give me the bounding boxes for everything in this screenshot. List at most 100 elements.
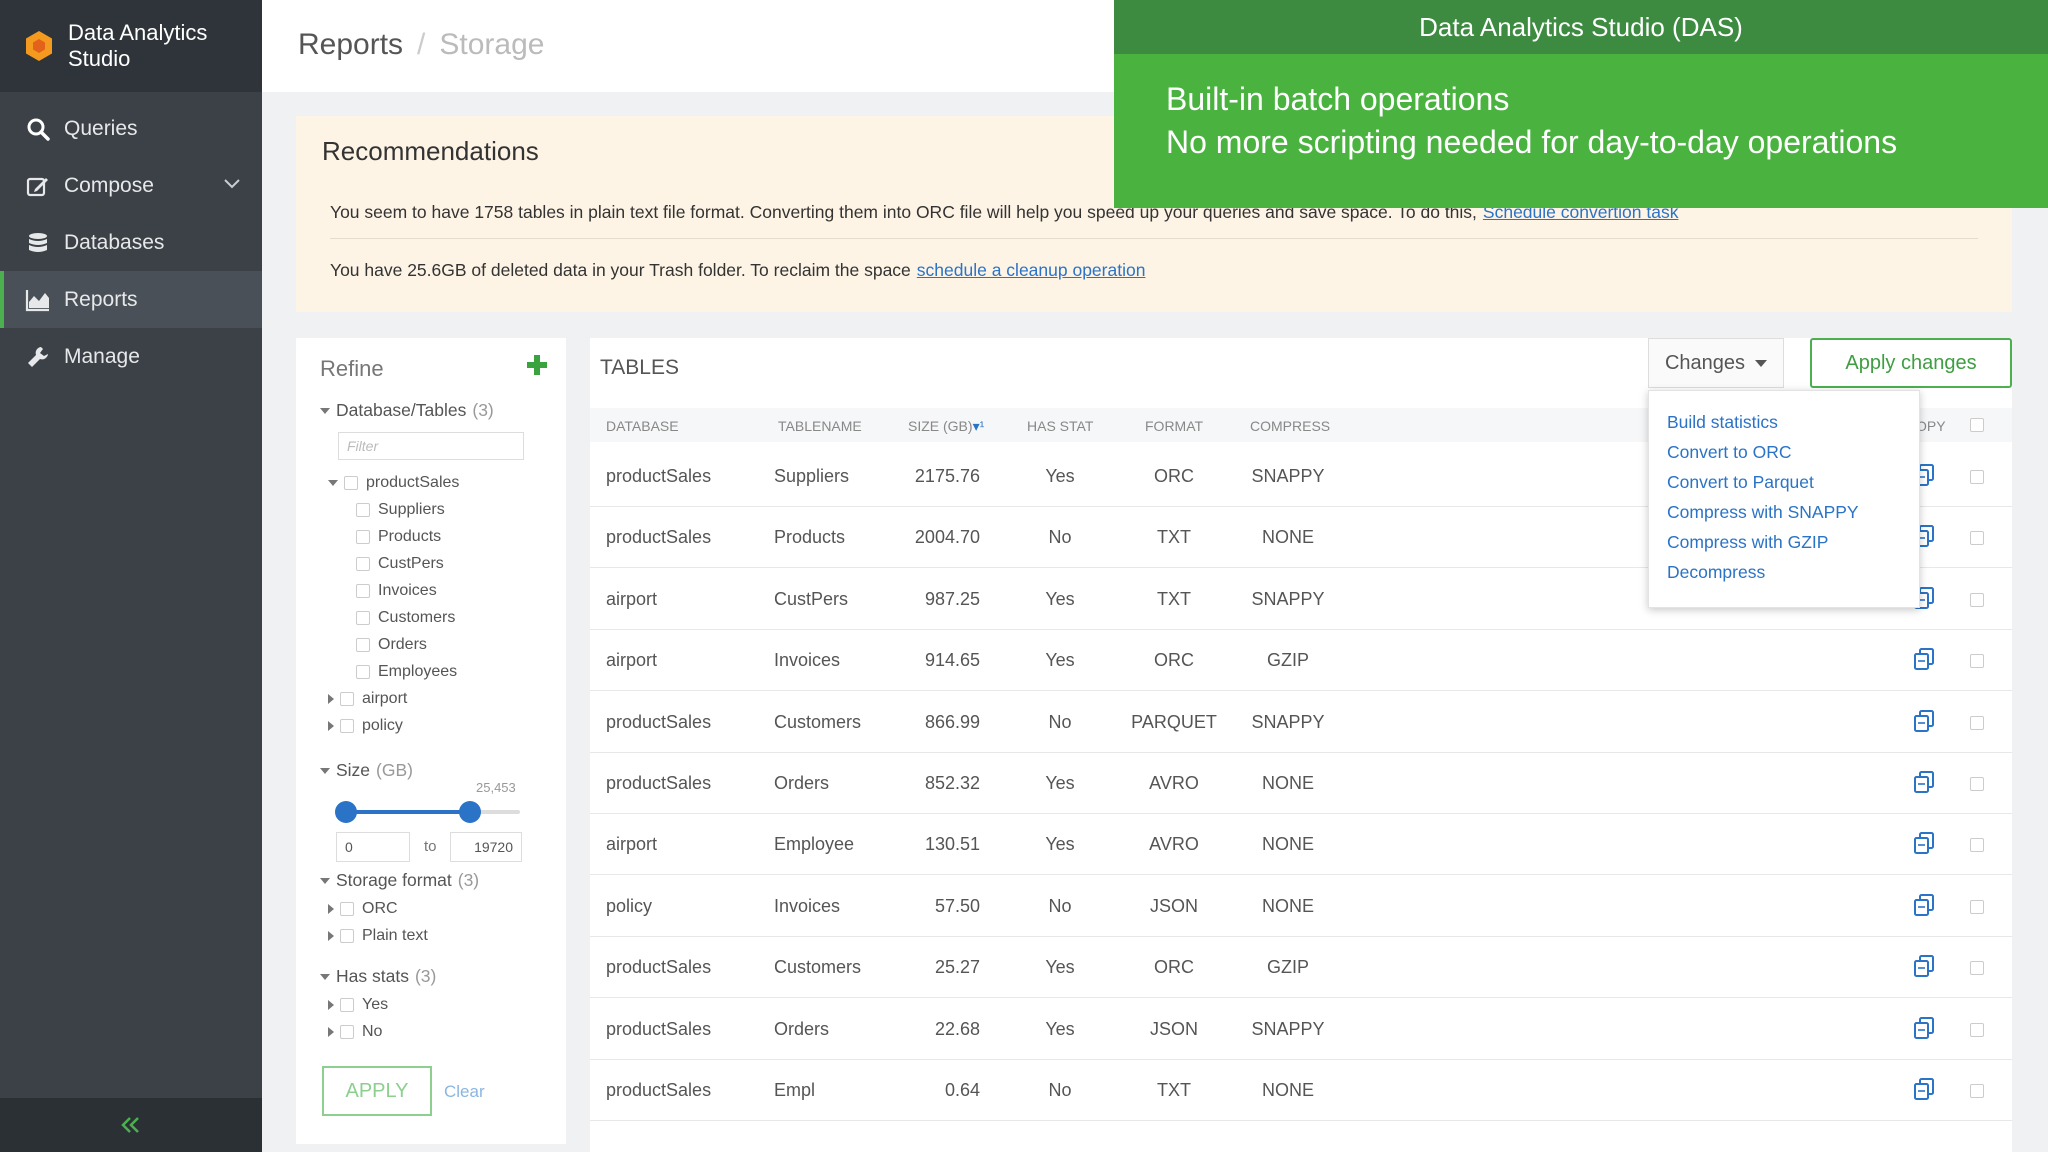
database-tables-group[interactable]: Database/Tables (3) — [320, 400, 494, 421]
tree-db-airport[interactable]: airport — [328, 690, 407, 708]
add-filter-icon[interactable] — [526, 354, 548, 376]
tree-table-item[interactable]: CustPers — [356, 555, 444, 573]
checkbox[interactable] — [340, 692, 354, 706]
overlay-line: No more scripting needed for day-to-day … — [1166, 124, 1898, 160]
table-row[interactable]: productSales Empl 0.64 No TXT NONE — [590, 1060, 2012, 1121]
copy-icon[interactable] — [1912, 1016, 1936, 1040]
col-has-stat[interactable]: HAS STAT — [1027, 418, 1093, 434]
copy-icon[interactable] — [1912, 831, 1936, 855]
select-all-checkbox[interactable] — [1970, 418, 1984, 432]
size-group[interactable]: Size (GB) — [320, 760, 413, 781]
table-row[interactable]: productSales Orders 852.32 Yes AVRO NONE — [590, 753, 2012, 814]
checkbox[interactable] — [344, 476, 358, 490]
checkbox[interactable] — [356, 665, 370, 679]
table-row[interactable]: productSales Customers 866.99 No PARQUET SNAP… — [590, 691, 2012, 753]
stats-option[interactable]: Yes — [328, 996, 388, 1014]
checkbox[interactable] — [340, 1025, 354, 1039]
size-slider-min-handle[interactable] — [335, 801, 357, 823]
cell-size: 2175.76 — [914, 466, 980, 486]
schedule-cleanup-link[interactable]: schedule a cleanup operation — [917, 260, 1146, 280]
cell-has-stat: Yes — [1045, 773, 1075, 793]
breadcrumb-reports[interactable]: Reports — [298, 28, 403, 61]
row-checkbox[interactable] — [1970, 899, 1984, 914]
row-checkbox[interactable] — [1970, 777, 1984, 791]
sidebar-item-manage[interactable]: Manage — [0, 328, 262, 385]
table-row[interactable]: airport Employee 130.51 Yes AVRO NONE — [590, 814, 2012, 876]
caret-down-icon — [1755, 359, 1768, 367]
copy-icon[interactable] — [1912, 954, 1936, 978]
cell-format: AVRO — [1149, 834, 1199, 855]
menu-item-compress-gzip[interactable]: Compress with GZIP — [1649, 527, 1919, 557]
copy-icon[interactable] — [1912, 893, 1936, 917]
menu-item-compress-snappy[interactable]: Compress with SNAPPY — [1649, 497, 1919, 527]
tree-table-item[interactable]: Products — [356, 528, 441, 546]
row-checkbox[interactable] — [1970, 961, 1984, 976]
table-row[interactable]: policy Invoices 57.50 No JSON NONE — [590, 875, 2012, 937]
checkbox[interactable] — [356, 530, 370, 544]
size-max-input[interactable]: 19720 — [450, 832, 522, 862]
checkbox[interactable] — [340, 719, 354, 733]
checkbox[interactable] — [356, 611, 370, 625]
checkbox[interactable] — [356, 638, 370, 652]
apply-changes-button[interactable]: Apply changes — [1810, 338, 2012, 388]
format-option[interactable]: Plain text — [328, 927, 428, 945]
menu-item-convert-orc[interactable]: Convert to ORC — [1649, 437, 1919, 467]
tree-db-productsales[interactable]: productSales — [328, 474, 459, 492]
col-format[interactable]: FORMAT — [1145, 418, 1203, 434]
size-min-input[interactable]: 0 — [336, 832, 410, 862]
collapse-sidebar-button[interactable] — [0, 1098, 262, 1152]
copy-icon[interactable] — [1912, 770, 1936, 794]
row-checkbox[interactable] — [1970, 592, 1984, 607]
copy-icon[interactable] — [1912, 1077, 1936, 1101]
size-slider-max-handle[interactable] — [459, 801, 481, 823]
row-checkbox[interactable] — [1970, 1084, 1984, 1098]
menu-item-decompress[interactable]: Decompress — [1649, 557, 1919, 587]
collapse-triangle-icon — [320, 973, 330, 980]
tree-table-item[interactable]: Suppliers — [356, 501, 445, 519]
chevron-down-icon[interactable] — [222, 173, 242, 193]
row-checkbox[interactable] — [1970, 838, 1984, 853]
row-checkbox[interactable] — [1970, 531, 1984, 546]
tree-table-item[interactable]: Invoices — [356, 582, 437, 600]
checkbox[interactable] — [356, 557, 370, 571]
sidebar-item-databases[interactable]: Databases — [0, 214, 262, 271]
changes-dropdown-button[interactable]: Changes — [1648, 338, 1784, 388]
sidebar-item-reports[interactable]: Reports — [0, 271, 262, 328]
copy-icon[interactable] — [1912, 647, 1936, 671]
menu-item-build-statistics[interactable]: Build statistics — [1649, 407, 1919, 437]
brand[interactable]: Data Analytics Studio — [0, 0, 262, 92]
apply-button[interactable]: APPLY — [322, 1066, 432, 1116]
table-row[interactable]: airport Invoices 914.65 Yes ORC GZIP — [590, 630, 2012, 692]
checkbox[interactable] — [356, 584, 370, 598]
sidebar-item-queries[interactable]: Queries — [0, 100, 262, 157]
storage-format-group[interactable]: Storage format (3) — [320, 870, 479, 891]
filter-input[interactable]: Filter — [338, 432, 524, 460]
col-database[interactable]: DATABASE — [606, 418, 679, 434]
cell-compress: NONE — [1261, 1080, 1315, 1100]
checkbox[interactable] — [340, 998, 354, 1012]
menu-item-convert-parquet[interactable]: Convert to Parquet — [1649, 467, 1919, 497]
row-checkbox[interactable] — [1970, 470, 1984, 484]
table-row[interactable]: productSales Orders 22.68 Yes JSON SNAPPY — [590, 998, 2012, 1060]
has-stats-group[interactable]: Has stats (3) — [320, 966, 436, 987]
tree-table-item[interactable]: Orders — [356, 636, 427, 654]
row-checkbox[interactable] — [1970, 654, 1984, 669]
col-tablename[interactable]: TABLENAME — [778, 418, 862, 434]
copy-icon[interactable] — [1912, 709, 1936, 733]
stats-option[interactable]: No — [328, 1023, 382, 1041]
checkbox[interactable] — [340, 902, 354, 916]
col-size[interactable]: SIZE (GB)▾¹ — [908, 418, 984, 435]
cell-database: productSales — [606, 773, 712, 793]
tree-table-item[interactable]: Employees — [356, 663, 457, 681]
row-checkbox[interactable] — [1970, 715, 1984, 730]
row-checkbox[interactable] — [1970, 1022, 1984, 1037]
format-option[interactable]: ORC — [328, 900, 398, 918]
tree-db-policy[interactable]: policy — [328, 717, 403, 735]
checkbox[interactable] — [356, 503, 370, 517]
checkbox[interactable] — [340, 929, 354, 943]
col-compress[interactable]: COMPRESS — [1250, 418, 1330, 434]
tree-table-item[interactable]: Customers — [356, 609, 455, 627]
table-row[interactable]: productSales Customers 25.27 Yes ORC GZIP — [590, 937, 2012, 999]
clear-link[interactable]: Clear — [444, 1082, 485, 1102]
sidebar-item-compose[interactable]: Compose — [0, 157, 262, 214]
